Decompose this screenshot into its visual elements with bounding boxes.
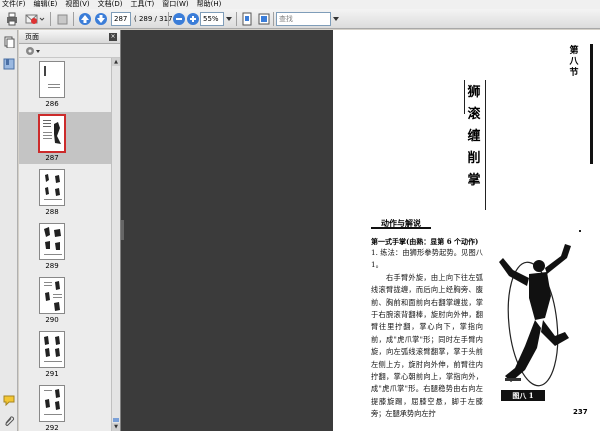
menu-document[interactable]: 文档(D) xyxy=(98,0,123,9)
thumbnail-label: 290 xyxy=(45,316,59,324)
page-number: 237 xyxy=(573,408,588,416)
toolbar: 287 ( 289 / 317 ) 55% 查找 xyxy=(0,9,600,29)
comments-icon[interactable] xyxy=(3,394,15,407)
bookmarks-icon[interactable] xyxy=(3,58,15,70)
envelope-icon xyxy=(25,14,45,24)
pages-panel-toolbar xyxy=(19,44,120,58)
zoom-out-icon xyxy=(173,13,185,25)
section-heading: 动作与解说 xyxy=(371,217,431,229)
menu-help[interactable]: 帮助(H) xyxy=(197,0,222,9)
previous-page-button[interactable] xyxy=(77,11,93,27)
hand-tool-button[interactable] xyxy=(54,11,70,27)
thumbnail-scrollbar[interactable]: ▲ ▼ xyxy=(111,58,120,431)
chevron-down-icon xyxy=(333,17,339,21)
thumbnail-label: 289 xyxy=(45,262,59,270)
chevron-down-icon xyxy=(226,17,232,21)
chapter-side-title: 第八节 xyxy=(569,46,579,78)
title-rule xyxy=(485,80,486,210)
zoom-in-icon xyxy=(187,13,199,25)
email-button[interactable] xyxy=(24,11,46,27)
thumbnail-list: 286 287 288 289 290 291 292 xyxy=(19,58,111,431)
martial-arts-figure xyxy=(499,244,571,387)
arrow-up-icon xyxy=(79,13,91,25)
page-mark xyxy=(579,230,581,232)
scrollbar-thumb[interactable] xyxy=(113,418,119,422)
scroll-up-icon[interactable]: ▲ xyxy=(112,58,120,66)
menu-view[interactable]: 视图(V) xyxy=(65,0,89,9)
thumbnail-item[interactable]: 288 xyxy=(19,166,111,218)
menu-bar: 文件(F) 编辑(E) 视图(V) 文档(D) 工具(T) 窗口(W) 帮助(H… xyxy=(0,0,600,9)
arrow-down-icon xyxy=(95,13,107,25)
thumbnail-page xyxy=(39,331,65,368)
thumbnail-page xyxy=(39,277,65,314)
search-input[interactable]: 查找 xyxy=(276,12,331,26)
thumbnail-item[interactable]: 290 xyxy=(19,274,111,326)
toolbar-separator xyxy=(236,12,237,26)
pages-panel: 页面 × 286 287 288 289 290 291 292 ▲ ▼ xyxy=(19,30,121,431)
printer-icon xyxy=(7,12,17,26)
pages-panel-header: 页面 × xyxy=(19,30,120,44)
toolbar-separator xyxy=(73,12,74,26)
body-text: 1. 练法：由狮形拳势起势。见图八 1。 右手臂外旋，由上向下往左弧线滚臂拢缠，… xyxy=(371,248,483,419)
toolbar-separator xyxy=(273,12,274,26)
zoom-level-field[interactable]: 55% xyxy=(200,12,224,26)
thumbnail-page xyxy=(39,61,65,98)
search-dropdown-button[interactable] xyxy=(331,11,341,27)
fit-page-button[interactable] xyxy=(239,11,255,27)
page-number-input[interactable]: 287 xyxy=(111,12,131,26)
thumbnail-label: 286 xyxy=(45,100,59,108)
thumbnail-item[interactable]: 289 xyxy=(19,220,111,272)
zoom-dropdown-button[interactable] xyxy=(224,11,234,27)
close-panel-button[interactable]: × xyxy=(109,33,117,41)
menu-window[interactable]: 窗口(W) xyxy=(162,0,188,9)
thumbnail-label: 292 xyxy=(45,424,59,431)
document-view: 第八节 狮滚缠削掌 动作与解说 第一式手掌(由熟：显第 6 个动作) 1. 练法… xyxy=(121,30,600,431)
scroll-down-icon[interactable]: ▼ xyxy=(112,423,120,431)
fit-width-button[interactable] xyxy=(256,11,272,27)
panel-splitter-handle[interactable] xyxy=(121,220,124,240)
options-menu-icon[interactable] xyxy=(25,46,41,56)
thumbnail-page xyxy=(38,114,66,153)
thumbnail-item[interactable]: 286 xyxy=(19,58,111,110)
thumbnail-label: 287 xyxy=(45,154,59,162)
menu-edit[interactable]: 编辑(E) xyxy=(34,0,58,9)
pages-icon[interactable] xyxy=(3,36,15,49)
document-page: 第八节 狮滚缠削掌 动作与解说 第一式手掌(由熟：显第 6 个动作) 1. 练法… xyxy=(333,30,600,431)
toolbar-separator xyxy=(50,12,51,26)
thumbnail-item[interactable]: 292 xyxy=(19,382,111,431)
navigation-rail xyxy=(0,30,18,431)
thumbnail-page xyxy=(39,223,65,260)
thumbnail-page xyxy=(39,385,65,422)
section-title: 狮滚缠削掌 xyxy=(467,85,481,188)
chapter-side-bar xyxy=(590,44,593,164)
attachments-icon[interactable] xyxy=(3,414,15,426)
next-page-button[interactable] xyxy=(93,11,109,27)
title-rule xyxy=(464,80,465,114)
fit-width-icon xyxy=(258,13,270,25)
toolbar-separator xyxy=(168,12,169,26)
print-button[interactable] xyxy=(4,11,20,27)
zoom-in-button[interactable] xyxy=(185,11,201,27)
thumbnail-label: 288 xyxy=(45,208,59,216)
thumbnail-label: 291 xyxy=(45,370,59,378)
thumbnail-item-selected[interactable]: 287 xyxy=(19,112,111,164)
pages-panel-title: 页面 xyxy=(25,32,39,41)
thumbnail-page xyxy=(39,169,65,206)
thumbnail-item[interactable]: 291 xyxy=(19,328,111,380)
menu-file[interactable]: 文件(F) xyxy=(2,0,26,9)
hand-icon xyxy=(57,14,68,25)
menu-tools[interactable]: 工具(T) xyxy=(131,0,155,9)
figure-caption: 图八 1 xyxy=(501,390,545,401)
fit-page-icon xyxy=(242,12,252,26)
